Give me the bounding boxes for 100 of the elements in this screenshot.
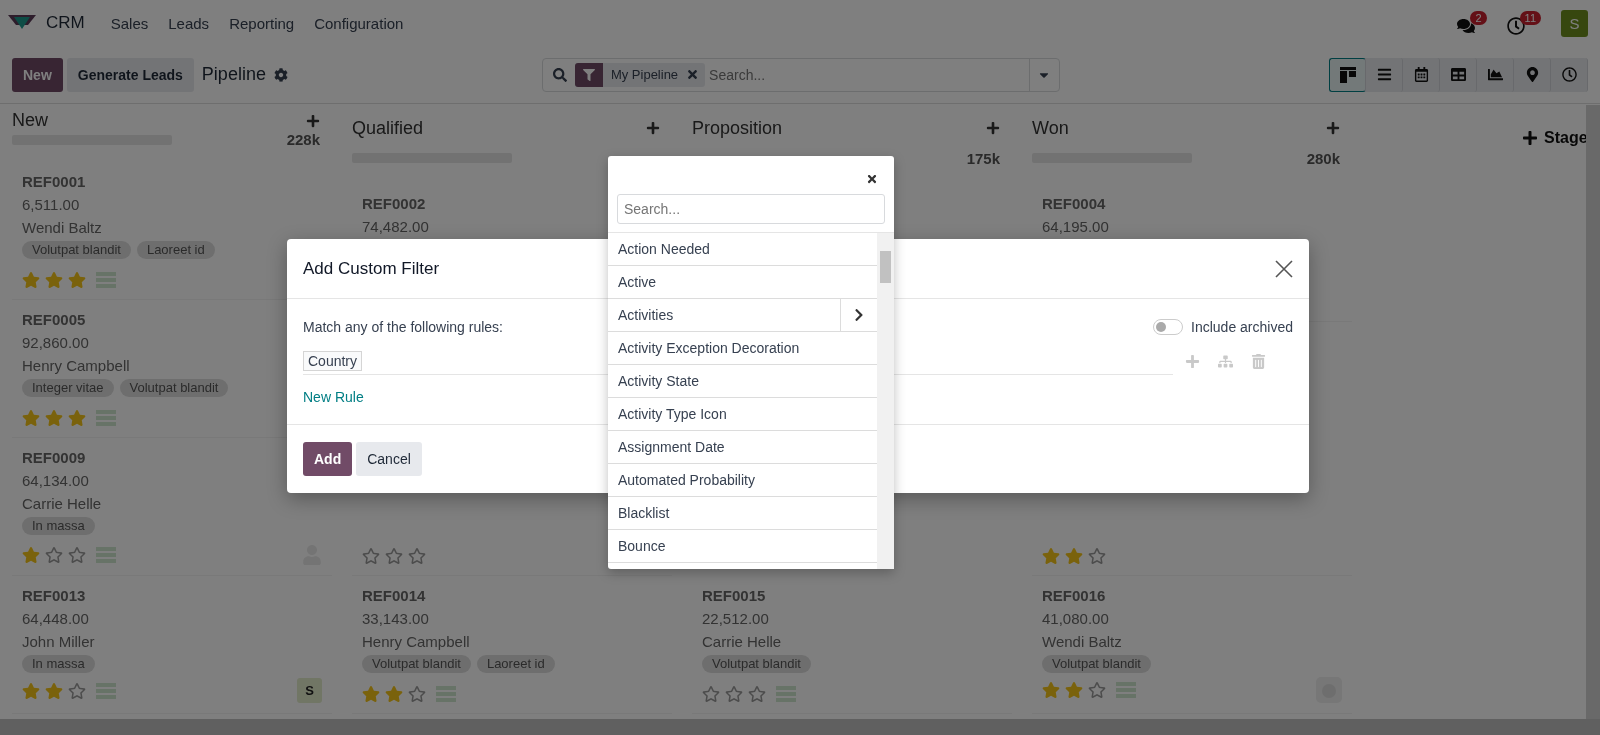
lead-reference: REF0015 [702,586,766,606]
star-icon[interactable] [68,546,86,564]
column-title: Won [1032,117,1069,139]
field-option[interactable]: Activities [608,299,877,332]
activity-icon[interactable] [96,682,116,699]
field-option[interactable]: Active [608,266,877,299]
plus-icon [1522,130,1538,146]
star-icon[interactable] [1042,547,1060,565]
app-name[interactable]: CRM [46,13,85,33]
field-option[interactable]: Activity Exception Decoration [608,332,877,365]
star-icon[interactable] [45,271,63,289]
lead-reference: REF0014 [362,586,426,606]
star-icon[interactable] [408,547,426,565]
lead-amount: 64,448.00 [22,609,89,629]
star-icon[interactable] [1042,681,1060,699]
customer-name: Henry Campbell [362,632,470,652]
menu-item[interactable]: Configuration [306,14,412,32]
lead-amount: 64,134.00 [22,471,89,491]
star-icon[interactable] [22,271,40,289]
plus-icon[interactable] [986,121,1000,136]
star-icon[interactable] [1065,681,1083,699]
star-icon[interactable] [385,685,403,703]
close-icon[interactable] [1275,259,1293,278]
column-total: 175k [966,149,1000,167]
search-icon [552,67,567,82]
activity-icon[interactable] [436,686,456,702]
tag: In massa [22,517,95,535]
star-icon[interactable] [408,685,426,703]
activity-icon[interactable] [776,686,796,702]
star-icon[interactable] [45,681,63,700]
menu-item[interactable]: Reporting [221,14,303,32]
activity-clock-icon[interactable] [1506,17,1525,35]
page-title: Pipeline [201,64,266,85]
field-option[interactable]: Activity State [608,365,877,398]
field-option[interactable]: Automated Probability [608,464,877,497]
generate-leads-button[interactable]: Generate Leads [66,57,194,92]
star-icon[interactable] [385,547,403,565]
star-icon[interactable] [22,681,40,700]
field-option[interactable]: Assignment Date [608,431,877,464]
star-icon[interactable] [68,681,86,700]
remove-icon[interactable] [686,68,700,81]
field-option[interactable]: Bounce [608,530,877,563]
star-icon[interactable] [22,546,40,564]
field-option[interactable]: Activity Type Icon [608,398,877,431]
close-icon[interactable] [866,173,878,185]
filter-facet[interactable]: My Pipeline [574,62,706,87]
activity-icon[interactable] [96,410,116,426]
column-title: Proposition [692,117,783,139]
tag: Volutpat blandit [702,655,811,673]
trash-icon[interactable] [1251,353,1266,369]
new-button[interactable]: New [12,57,63,92]
star-icon[interactable] [68,409,86,427]
star-icon[interactable] [68,271,86,289]
horizontal-scrollbar[interactable] [0,719,1600,735]
kanban-view-icon[interactable] [1329,57,1366,92]
star-icon[interactable] [748,685,766,703]
column-title: New [12,110,48,131]
include-archived-switch[interactable] [1153,319,1184,335]
tag: In massa [22,655,95,673]
new-rule-link[interactable]: New Rule [303,389,364,405]
field-option[interactable]: Action Needed [608,233,877,266]
menu-item[interactable]: Leads [160,14,218,32]
star-icon[interactable] [702,685,720,703]
plus-icon[interactable] [1326,121,1340,136]
scrollbar[interactable] [877,233,894,569]
search-bar[interactable]: My Pipeline Search... [541,57,1060,92]
plus-icon[interactable] [646,121,660,136]
lead-amount: 6,511.00 [22,195,80,215]
activity-icon[interactable] [96,547,116,563]
star-icon[interactable] [22,409,40,427]
field-path-selector[interactable]: Country [303,350,363,371]
search-field[interactable]: Search... [617,194,885,224]
tag: Volutpat blandit [22,241,131,259]
column-total: 228k [286,131,320,148]
star-icon[interactable] [362,547,380,565]
star-icon[interactable] [362,685,380,703]
activity-icon[interactable] [96,272,116,288]
star-icon[interactable] [1065,547,1083,565]
vertical-scrollbar[interactable] [1586,105,1600,719]
star-icon[interactable] [45,409,63,427]
plus-icon[interactable] [306,113,320,128]
lead-amount: 22,512.00 [702,609,769,629]
cancel-button[interactable]: Cancel [356,442,422,476]
lead-reference: REF0016 [1042,586,1106,606]
activity-icon[interactable] [1116,682,1136,698]
add-button[interactable]: Add [303,442,353,476]
menu-item[interactable]: Sales [102,14,157,32]
star-icon[interactable] [1088,547,1106,565]
star-icon[interactable] [45,546,63,564]
settings-icon[interactable] [273,67,288,82]
lead-amount: 64,195.00 [1042,216,1109,237]
lead-reference: REF0009 [22,448,86,468]
field-option[interactable]: Blacklist [608,497,877,530]
star-icon[interactable] [1088,681,1106,699]
star-icon[interactable] [725,685,743,703]
add-stage-button[interactable]: Stage [1522,126,1588,150]
user-avatar: S [297,678,322,703]
hierarchy-icon[interactable] [1218,353,1233,369]
messages-icon[interactable] [1457,17,1476,35]
customer-name: Carrie Helle [22,494,102,514]
